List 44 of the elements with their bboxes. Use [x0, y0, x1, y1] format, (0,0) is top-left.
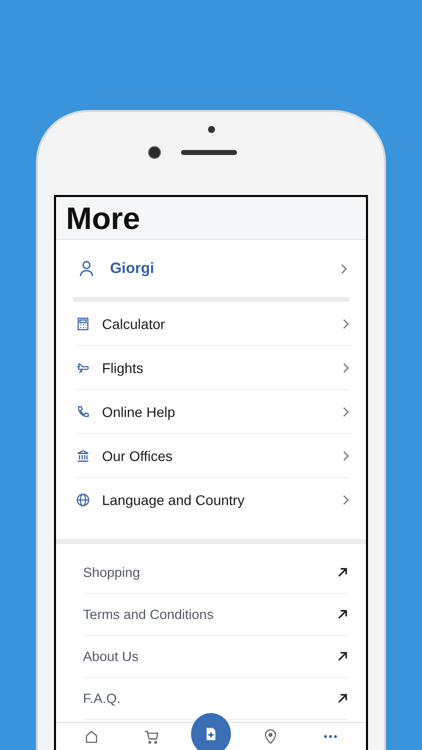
chevron-icon — [339, 262, 348, 274]
menu-item[interactable]: Flights — [76, 346, 350, 390]
chevron-icon — [341, 494, 350, 506]
menu-label: Flights — [102, 360, 144, 376]
bank-icon — [76, 448, 90, 462]
link-item[interactable]: About Us — [83, 636, 348, 678]
add-document-button[interactable] — [190, 713, 231, 750]
calculator-icon — [76, 316, 90, 330]
user-icon — [78, 259, 95, 278]
speaker-icon — [180, 150, 236, 155]
profile-name: Giorgi — [110, 260, 156, 277]
link-label: F.A.Q. — [83, 691, 122, 706]
home-icon[interactable] — [84, 729, 100, 744]
page-title: More — [66, 202, 140, 234]
link-item[interactable]: Terms and Conditions — [83, 594, 348, 636]
menu-label: Our Offices — [102, 448, 174, 464]
menu-item[interactable]: Calculator — [76, 302, 350, 346]
chevron-icon — [341, 450, 350, 462]
sensor-icon — [208, 126, 214, 133]
menu-item[interactable]: Our Offices — [76, 434, 350, 478]
link-item[interactable]: Shopping — [83, 552, 348, 594]
profile-row[interactable]: Giorgi — [56, 240, 366, 297]
camera-icon — [148, 146, 160, 159]
link-label: About Us — [83, 649, 140, 664]
menu-label: Online Help — [102, 404, 176, 420]
link-label: Terms and Conditions — [83, 607, 215, 622]
airplane-icon — [76, 360, 90, 374]
location-pin-icon[interactable] — [263, 729, 278, 744]
external-arrow-icon — [337, 567, 348, 578]
link-label: Shopping — [83, 565, 142, 580]
chevron-icon — [341, 318, 350, 330]
chevron-icon — [341, 362, 350, 374]
menu-item[interactable]: Language and Country — [76, 478, 350, 522]
external-arrow-icon — [337, 693, 348, 704]
menu-label: Calculator — [102, 316, 166, 332]
phone-icon — [76, 404, 90, 418]
chevron-icon — [341, 406, 350, 418]
cart-icon[interactable] — [144, 729, 159, 744]
external-arrow-icon — [337, 651, 348, 662]
globe-icon — [76, 493, 90, 507]
external-arrow-icon — [337, 609, 348, 620]
document-plus-icon — [204, 727, 218, 741]
menu-label: Language and Country — [102, 492, 246, 508]
menu-item[interactable]: Online Help — [76, 390, 350, 434]
